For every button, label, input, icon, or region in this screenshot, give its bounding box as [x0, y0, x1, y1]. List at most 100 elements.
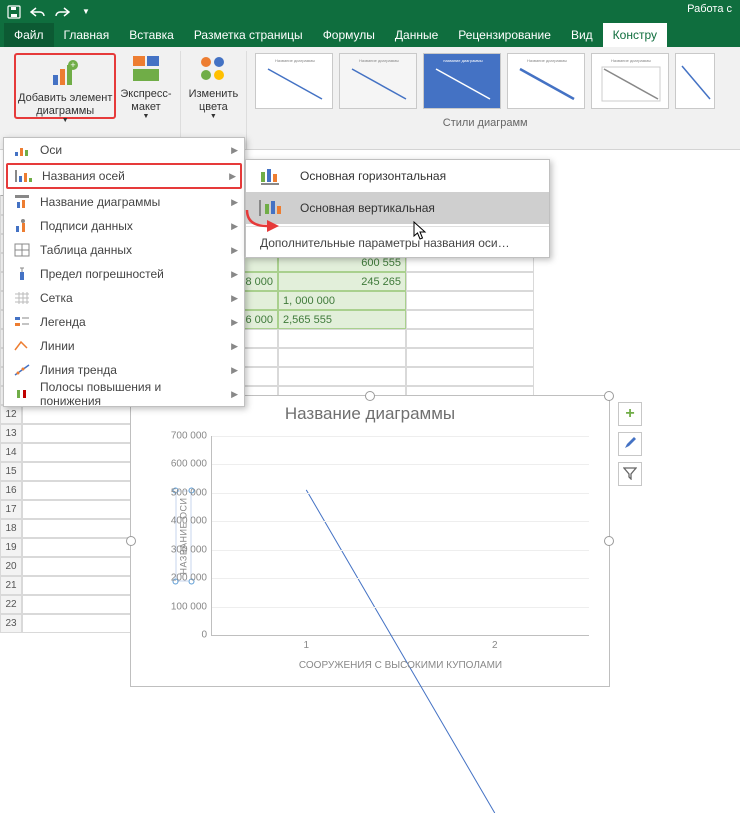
undo-icon[interactable] — [30, 4, 46, 20]
lines-icon — [12, 337, 32, 355]
menu-item-label: Название диаграммы — [40, 195, 223, 209]
embedded-chart[interactable]: Название диаграммы НАЗВАНИЕ ОСИ СООРУЖЕН… — [130, 395, 610, 687]
x-tick-label: 1 — [303, 640, 309, 651]
chart-selection-handle[interactable] — [126, 536, 136, 546]
more-axis-title-options[interactable]: Дополнительные параметры названия оси… — [246, 229, 549, 257]
chevron-right-icon: ▶ — [231, 365, 238, 376]
tab-insert[interactable]: Вставка — [119, 23, 184, 47]
error-bars-icon — [12, 265, 32, 283]
row-header[interactable]: 23 — [0, 614, 22, 633]
tab-page-layout[interactable]: Разметка страницы — [184, 23, 313, 47]
group-chart-styles: Название диаграммы Название диаграммы на… — [247, 51, 723, 149]
row-header[interactable]: 17 — [0, 500, 22, 519]
chevron-right-icon: ▶ — [229, 171, 236, 182]
menu-item-label: Линии — [40, 339, 223, 353]
tab-review[interactable]: Рецензирование — [448, 23, 561, 47]
gridline — [212, 607, 589, 608]
redo-icon[interactable] — [54, 4, 70, 20]
menu-item-chart-title[interactable]: Название диаграммы▶ — [4, 190, 244, 214]
row-header[interactable]: 20 — [0, 557, 22, 576]
chart-elements-button[interactable]: + — [618, 402, 642, 426]
chart-side-buttons: + — [618, 402, 642, 486]
chart-style-1[interactable]: Название диаграммы — [255, 53, 333, 109]
add-chart-element-icon: + — [49, 57, 81, 89]
gridline — [212, 550, 589, 551]
primary-vertical-item[interactable]: Основная вертикальная — [246, 192, 549, 224]
ribbon: + Добавить элемент диаграммы ▼ Экспресс-… — [0, 47, 740, 150]
menu-item-label: Сетка — [40, 291, 223, 305]
change-colors-icon — [197, 53, 229, 85]
tab-home[interactable]: Главная — [54, 23, 120, 47]
svg-text:Название диаграммы: Название диаграммы — [359, 58, 399, 63]
menu-item-gridlines[interactable]: Сетка▶ — [4, 286, 244, 310]
tab-formulas[interactable]: Формулы — [313, 23, 385, 47]
plot-area[interactable]: НАЗВАНИЕ ОСИ СООРУЖЕНИЯ С ВЫСОКИМИ КУПОЛ… — [211, 436, 589, 636]
row-header[interactable]: 12 — [0, 405, 22, 424]
row-header[interactable]: 19 — [0, 538, 22, 557]
y-axis-title[interactable]: НАЗВАНИЕ ОСИ — [176, 490, 192, 581]
row-header[interactable]: 22 — [0, 595, 22, 614]
axes-icon — [12, 141, 32, 159]
menu-item-label: Названия осей — [42, 169, 221, 183]
axis-titles-submenu: Основная горизонтальная Основная вертика… — [245, 159, 550, 258]
updown-bars-icon — [12, 385, 32, 403]
chart-style-6[interactable] — [675, 53, 715, 109]
menu-item-label: Линия тренда — [40, 363, 223, 377]
chart-style-2[interactable]: Название диаграммы — [339, 53, 417, 109]
chart-selection-handle[interactable] — [604, 391, 614, 401]
y-tick-label: 100 000 — [152, 601, 207, 612]
chart-style-4[interactable]: Название диаграммы — [507, 53, 585, 109]
chart-selection-handle[interactable] — [365, 391, 375, 401]
menu-item-lines[interactable]: Линии▶ — [4, 334, 244, 358]
tab-design[interactable]: Констру — [603, 23, 667, 47]
tab-data[interactable]: Данные — [385, 23, 448, 47]
tab-file[interactable]: Файл — [4, 23, 54, 47]
menu-item-axis-titles[interactable]: Названия осей ▶ — [6, 163, 242, 189]
chart-style-5[interactable]: Название диаграммы — [591, 53, 669, 109]
svg-text:название диаграммы: название диаграммы — [444, 58, 484, 63]
menu-item-legend[interactable]: Легенда▶ — [4, 310, 244, 334]
row-header[interactable]: 16 — [0, 481, 22, 500]
primary-horizontal-item[interactable]: Основная горизонтальная — [246, 160, 549, 192]
axis-titles-icon — [14, 167, 34, 185]
row-header[interactable]: 18 — [0, 519, 22, 538]
menu-item-axes[interactable]: Оси▶ — [4, 138, 244, 162]
menu-item-label: Подписи данных — [40, 219, 223, 233]
svg-text:Название диаграммы: Название диаграммы — [527, 58, 567, 63]
chevron-right-icon: ▶ — [231, 145, 238, 156]
menu-item-label: Таблица данных — [40, 243, 223, 257]
menu-item-label: Полосы повышения и понижения — [40, 380, 223, 408]
chart-filters-button[interactable] — [618, 462, 642, 486]
menu-item-updown-bars[interactable]: Полосы повышения и понижения▶ — [4, 382, 244, 406]
plus-icon: + — [625, 405, 634, 423]
tab-view[interactable]: Вид — [561, 23, 603, 47]
y-tick-label: 500 000 — [152, 487, 207, 498]
quick-layout-icon — [130, 53, 162, 85]
quick-layout-label: Экспресс- макет — [120, 88, 171, 113]
row-header[interactable]: 15 — [0, 462, 22, 481]
quick-access-toolbar: ▼ Работа с — [0, 0, 740, 23]
save-icon[interactable] — [6, 4, 22, 20]
add-chart-element-button[interactable]: + Добавить элемент диаграммы ▼ — [14, 53, 116, 119]
add-chart-element-menu: Оси▶Названия осей▶Название диаграммы▶Под… — [3, 137, 245, 407]
menu-item-data-labels[interactable]: Подписи данных▶ — [4, 214, 244, 238]
chart-style-3[interactable]: название диаграммы — [423, 53, 501, 109]
row-header[interactable]: 14 — [0, 443, 22, 462]
qat-customize-icon[interactable]: ▼ — [78, 4, 94, 20]
gridline — [212, 493, 589, 494]
quick-layout-button[interactable]: Экспресс- макет ▼ — [120, 53, 171, 119]
chart-selection-handle[interactable] — [604, 536, 614, 546]
menu-item-data-table[interactable]: Таблица данных▶ — [4, 238, 244, 262]
group-chart-layouts: + Добавить элемент диаграммы ▼ Экспресс-… — [6, 51, 181, 149]
menu-item-error-bars[interactable]: Предел погрешностей▶ — [4, 262, 244, 286]
menu-item-trendline[interactable]: Линия тренда ▶ — [4, 358, 244, 382]
gridline — [212, 521, 589, 522]
y-tick-label: 400 000 — [152, 516, 207, 527]
title-bar: Работа с — [687, 3, 732, 15]
row-header[interactable]: 21 — [0, 576, 22, 595]
chart-styles-button[interactable] — [618, 432, 642, 456]
row-header[interactable]: 13 — [0, 424, 22, 443]
change-colors-button[interactable]: Изменить цвета ▼ — [189, 53, 239, 119]
y-tick-label: 600 000 — [152, 459, 207, 470]
y-tick-label: 700 000 — [152, 431, 207, 442]
